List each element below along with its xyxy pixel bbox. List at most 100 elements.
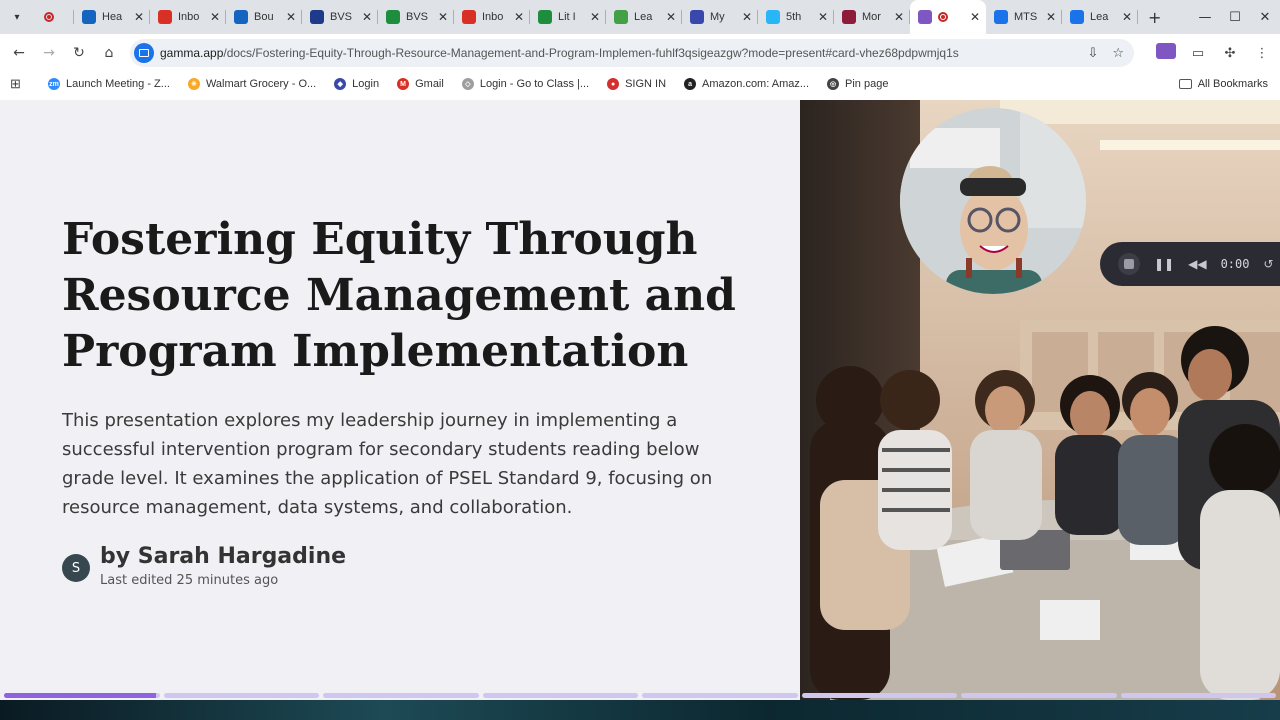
slide-title: Fostering Equity Through Resource Manage… xyxy=(62,214,736,377)
bookmark-item[interactable]: a Amazon.com: Amaz... xyxy=(684,78,809,90)
browser-tab[interactable]: ✕ xyxy=(910,0,986,34)
screen-record-site-icon[interactable] xyxy=(134,43,154,63)
apps-grid-icon[interactable]: ⊞ xyxy=(10,76,34,92)
progress-segment[interactable] xyxy=(4,693,160,698)
browser-tab[interactable]: BVS ✕ xyxy=(302,0,378,34)
globe-icon: ◎ xyxy=(827,78,840,90)
close-window-icon[interactable]: ✕ xyxy=(1250,10,1280,25)
home-icon[interactable]: ⌂ xyxy=(94,45,124,61)
bookmark-item[interactable]: ● SIGN IN xyxy=(607,78,666,90)
slide-progress-bar[interactable] xyxy=(4,693,1276,698)
tab-close-icon[interactable]: ✕ xyxy=(894,10,904,24)
tab-close-icon[interactable]: ✕ xyxy=(134,10,144,24)
walmart-icon: ✳ xyxy=(187,78,200,90)
reload-icon[interactable]: ↻ xyxy=(64,45,94,61)
browser-tab[interactable]: Bou ✕ xyxy=(226,0,302,34)
minimize-icon[interactable]: — xyxy=(1190,10,1220,25)
all-bookmarks-button[interactable]: All Bookmarks xyxy=(1178,72,1268,96)
bookmark-list: zm Launch Meeting - Z... ✳ Walmart Grocery … xyxy=(48,78,906,90)
browser-tab[interactable]: Lit I ✕ xyxy=(530,0,606,34)
bookmark-label: Walmart Grocery - O... xyxy=(205,78,317,90)
gamma-icon xyxy=(918,10,932,24)
bookmark-label: Login - Go to Class |... xyxy=(479,78,590,90)
pause-icon[interactable]: ❚❚ xyxy=(1154,257,1174,271)
tab-close-icon[interactable]: ✕ xyxy=(286,10,296,24)
gmail-icon: M xyxy=(397,78,410,90)
menu-kebab-icon[interactable]: ⋮ xyxy=(1252,46,1272,61)
progress-segment[interactable] xyxy=(642,693,798,698)
restart-icon[interactable]: ↺ xyxy=(1263,257,1273,271)
tab-close-icon[interactable]: ✕ xyxy=(438,10,448,24)
drive-icon xyxy=(386,10,400,24)
tab-close-icon[interactable]: ✕ xyxy=(514,10,524,24)
bookmark-label: Launch Meeting - Z... xyxy=(66,78,170,90)
tab-close-icon[interactable]: ✕ xyxy=(1046,10,1056,24)
bookmark-item[interactable]: ✳ Walmart Grocery - O... xyxy=(187,78,317,90)
signin-icon: ● xyxy=(607,78,620,90)
tab-search-chevron-icon[interactable]: ▾ xyxy=(6,6,28,28)
browser-tab[interactable] xyxy=(36,0,74,34)
tab-close-icon[interactable]: ✕ xyxy=(742,10,752,24)
tab-title: 5th xyxy=(786,11,802,23)
browser-tab[interactable]: Mor ✕ xyxy=(834,0,910,34)
gmail-icon xyxy=(462,10,476,24)
bookmark-item[interactable]: ◇ Login - Go to Class |... xyxy=(461,78,590,90)
progress-segment[interactable] xyxy=(961,693,1117,698)
b-icon xyxy=(234,10,248,24)
extension-puzzle-purple-icon[interactable] xyxy=(1156,43,1176,63)
browser-tab[interactable]: Hea ✕ xyxy=(74,0,150,34)
folder-icon xyxy=(1178,79,1192,89)
tab-close-icon[interactable]: ✕ xyxy=(1122,10,1132,24)
plus-icon xyxy=(538,10,552,24)
progress-segment[interactable] xyxy=(482,693,638,698)
bookmark-star-icon[interactable]: ☆ xyxy=(1112,46,1124,61)
bookmark-item[interactable]: M Gmail xyxy=(397,78,444,90)
forward-arrow-icon[interactable]: → xyxy=(34,45,64,61)
bookmark-item[interactable]: zm Launch Meeting - Z... xyxy=(48,78,170,90)
tab-title: Hea xyxy=(102,11,123,23)
bookmark-item[interactable]: ◆ Login xyxy=(334,78,379,90)
progress-segment[interactable] xyxy=(163,693,319,698)
tab-close-icon[interactable]: ✕ xyxy=(970,10,980,24)
rewind-icon[interactable]: ◀◀ xyxy=(1188,257,1206,271)
browser-tab[interactable]: MTS ✕ xyxy=(986,0,1062,34)
tab-close-icon[interactable]: ✕ xyxy=(362,10,372,24)
tab-close-icon[interactable]: ✕ xyxy=(590,10,600,24)
recorder-control-bar: ❚❚ ◀◀ 0:00 ↺ xyxy=(1100,242,1280,286)
progress-segment[interactable] xyxy=(323,693,479,698)
tab-strip: ▾ Hea ✕ Inbo ✕ Bou ✕ BVS ✕ BVS ✕ Inbo ✕ Lit I ✕ Lea ✕ My… xyxy=(0,0,1280,34)
webcam-presenter-illustration xyxy=(900,108,1086,294)
stack-icon xyxy=(690,10,704,24)
tab-close-icon[interactable]: ✕ xyxy=(210,10,220,24)
tab-close-icon[interactable]: ✕ xyxy=(666,10,676,24)
back-arrow-icon[interactable]: ← xyxy=(4,45,34,61)
progress-segment[interactable] xyxy=(801,693,957,698)
progress-segment[interactable] xyxy=(1120,693,1276,698)
browser-tab[interactable]: Lea ✕ xyxy=(1062,0,1138,34)
bookmarks-bar: ⊞ zm Launch Meeting - Z... ✳ Walmart Grocer… xyxy=(0,72,1280,96)
install-app-icon[interactable]: ⇩ xyxy=(1087,46,1098,61)
browser-tab[interactable]: Lea ✕ xyxy=(606,0,682,34)
browser-tab[interactable]: My ✕ xyxy=(682,0,758,34)
extensions-puzzle-icon[interactable]: ✣ xyxy=(1220,46,1240,61)
address-bar[interactable]: gamma.app/docs/Fostering-Equity-Through-… xyxy=(130,39,1134,67)
new-tab-plus-icon[interactable]: + xyxy=(1148,8,1161,27)
last-edited-text: Last edited 25 minutes ago xyxy=(100,573,279,588)
maximize-icon[interactable]: ☐ xyxy=(1220,10,1250,25)
webcam-bubble[interactable] xyxy=(900,108,1086,294)
bookmark-item[interactable]: ◎ Pin page xyxy=(827,78,888,90)
browser-tab[interactable]: Inbo ✕ xyxy=(454,0,530,34)
class-icon: ◇ xyxy=(461,78,474,90)
window-controls: — ☐ ✕ xyxy=(1190,0,1280,34)
stop-recording-button[interactable] xyxy=(1118,253,1140,275)
url-path: /docs/Fostering-Equity-Through-Resource-… xyxy=(223,46,959,60)
check-icon xyxy=(614,10,628,24)
tab-close-icon[interactable]: ✕ xyxy=(818,10,828,24)
url-text[interactable]: gamma.app/docs/Fostering-Equity-Through-… xyxy=(160,46,959,60)
browser-tab[interactable]: 5th ✕ xyxy=(758,0,834,34)
cast-icon[interactable]: ▭ xyxy=(1188,46,1208,61)
toolbar-extensions: ▭ ✣ ⋮ xyxy=(1156,34,1272,72)
docs-icon xyxy=(1070,10,1084,24)
browser-tab[interactable]: BVS ✕ xyxy=(378,0,454,34)
browser-tab[interactable]: Inbo ✕ xyxy=(150,0,226,34)
